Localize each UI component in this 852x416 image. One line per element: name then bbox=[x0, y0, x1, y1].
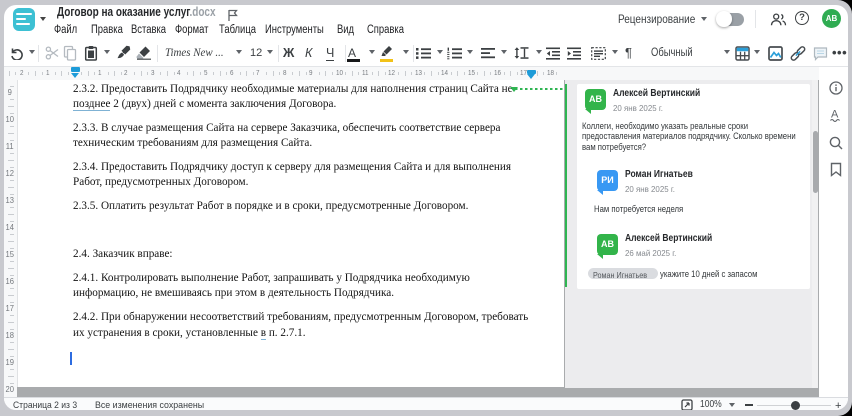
svg-text:А: А bbox=[831, 109, 839, 121]
